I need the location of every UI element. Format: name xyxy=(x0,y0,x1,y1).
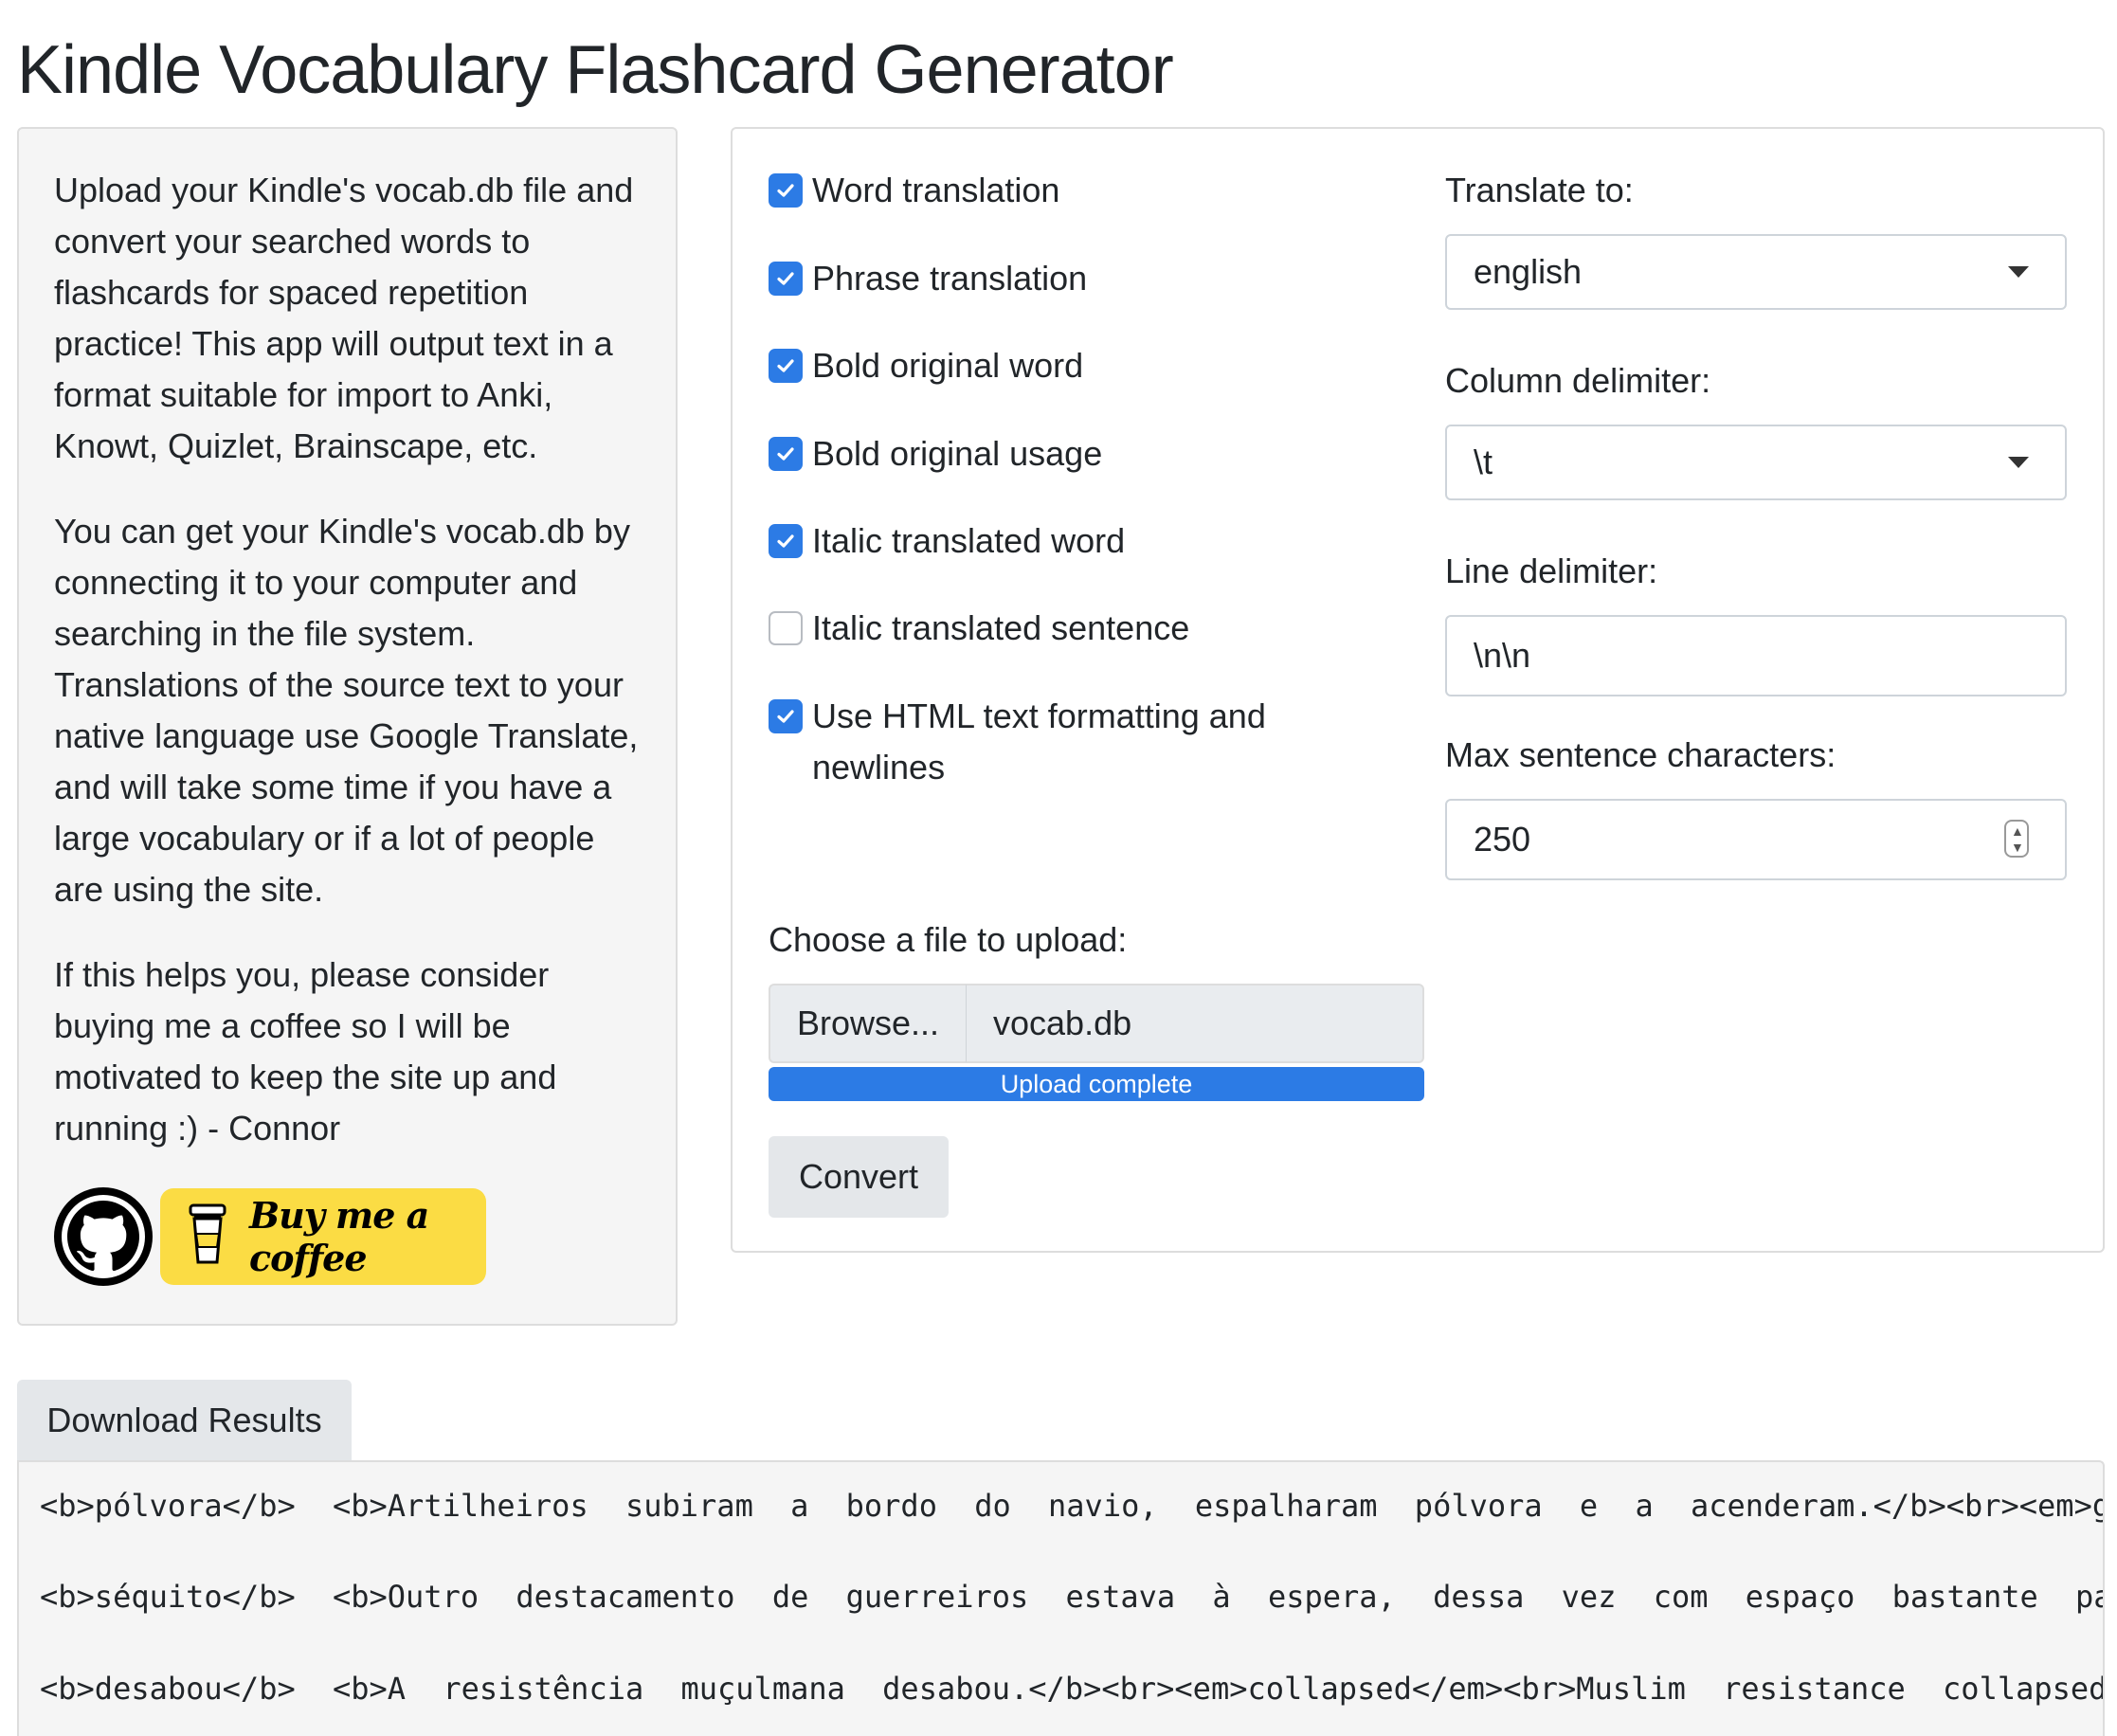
checkbox-unchecked-icon[interactable] xyxy=(769,611,803,645)
html-formatting-checkbox[interactable]: Use HTML text formatting and newlines xyxy=(769,691,1324,793)
column-delimiter-label: Column delimiter: xyxy=(1445,361,1711,400)
download-results-button[interactable]: Download Results xyxy=(17,1380,352,1461)
line-delimiter-input[interactable]: \n\n xyxy=(1445,615,2067,696)
results-output[interactable]: <b>pólvora</b> <b>Artilheiros subiram a … xyxy=(17,1460,2105,1736)
checkbox-checked-icon[interactable] xyxy=(769,173,803,208)
column-delimiter-select[interactable]: \t xyxy=(1445,425,2067,500)
checkbox-label: Bold original usage xyxy=(812,434,1103,473)
translate-to-label: Translate to: xyxy=(1445,171,1634,209)
intro-paragraph: Upload your Kindle's vocab.db file and c… xyxy=(54,171,634,465)
buy-me-a-coffee-button[interactable]: Buy me a coffee xyxy=(160,1188,486,1285)
line-delimiter-value: \n\n xyxy=(1474,636,1531,675)
file-input-group: Browse... vocab.db xyxy=(769,984,1424,1063)
translate-to-value: english xyxy=(1474,252,1583,291)
checkbox-label: Bold original word xyxy=(812,346,1084,385)
checkbox-checked-icon[interactable] xyxy=(769,262,803,296)
checkbox-checked-icon[interactable] xyxy=(769,437,803,471)
github-link[interactable] xyxy=(54,1187,153,1286)
line-delimiter-label: Line delimiter: xyxy=(1445,552,1658,590)
upload-progress-text: Upload complete xyxy=(1000,1070,1193,1098)
checkbox-checked-icon[interactable] xyxy=(769,699,803,733)
checkbox-checked-icon[interactable] xyxy=(769,349,803,383)
options-panel: Word translation Phrase translation Bold… xyxy=(731,127,2105,1253)
checkbox-checked-icon[interactable] xyxy=(769,524,803,558)
coffee-cup-icon xyxy=(187,1202,228,1273)
app-page: Kindle Vocabulary Flashcard Generator Up… xyxy=(0,0,2117,1736)
upload-label: Choose a file to upload: xyxy=(769,920,1128,959)
italic-translated-sentence-checkbox[interactable]: Italic translated sentence xyxy=(769,603,1189,654)
phrase-translation-checkbox[interactable]: Phrase translation xyxy=(769,253,1087,304)
support-paragraph: If this helps you, please consider buyin… xyxy=(54,955,557,1148)
bold-original-word-checkbox[interactable]: Bold original word xyxy=(769,340,1083,391)
checkbox-label: Word translation xyxy=(812,171,1060,209)
number-stepper[interactable]: ▲ ▼ xyxy=(2004,820,2029,858)
info-sidebar: Upload your Kindle's vocab.db file and c… xyxy=(17,127,678,1326)
link-badges: Buy me a coffee xyxy=(54,1187,486,1286)
github-icon xyxy=(62,1195,145,1278)
checkbox-label: Italic translated sentence xyxy=(812,608,1190,647)
stepper-down-icon[interactable]: ▼ xyxy=(2011,841,2024,854)
max-sentence-value: 250 xyxy=(1474,820,1531,859)
checkbox-label: Phrase translation xyxy=(812,259,1088,298)
dropdown-caret-icon xyxy=(2008,266,2029,278)
result-line: <b>desabou</b> <b>A resistência muçulman… xyxy=(40,1671,2105,1707)
word-translation-checkbox[interactable]: Word translation xyxy=(769,165,1059,216)
upload-progress-bar: Upload complete xyxy=(769,1067,1424,1101)
max-sentence-label: Max sentence characters: xyxy=(1445,735,1837,774)
column-delimiter-value: \t xyxy=(1474,443,1493,481)
max-sentence-input[interactable]: 250 ▲ ▼ xyxy=(1445,799,2067,880)
bold-original-usage-checkbox[interactable]: Bold original usage xyxy=(769,428,1102,479)
dropdown-caret-icon xyxy=(2008,457,2029,468)
checkbox-label: Italic translated word xyxy=(812,521,1126,560)
result-line: <b>pólvora</b> <b>Artilheiros subiram a … xyxy=(40,1488,2105,1524)
checkbox-label: Use HTML text formatting and newlines xyxy=(812,696,1266,787)
stepper-up-icon[interactable]: ▲ xyxy=(2011,824,2024,838)
result-line: <b>séquito</b> <b>Outro destacamento de … xyxy=(40,1579,2105,1615)
browse-button[interactable]: Browse... xyxy=(769,984,966,1063)
instructions-paragraph: You can get your Kindle's vocab.db by co… xyxy=(54,512,639,909)
page-title: Kindle Vocabulary Flashcard Generator xyxy=(17,32,1174,108)
coffee-label: Buy me a coffee xyxy=(249,1194,429,1279)
translate-to-select[interactable]: english xyxy=(1445,234,2067,310)
convert-button[interactable]: Convert xyxy=(769,1136,949,1218)
italic-translated-word-checkbox[interactable]: Italic translated word xyxy=(769,515,1125,567)
selected-filename[interactable]: vocab.db xyxy=(966,984,1424,1063)
